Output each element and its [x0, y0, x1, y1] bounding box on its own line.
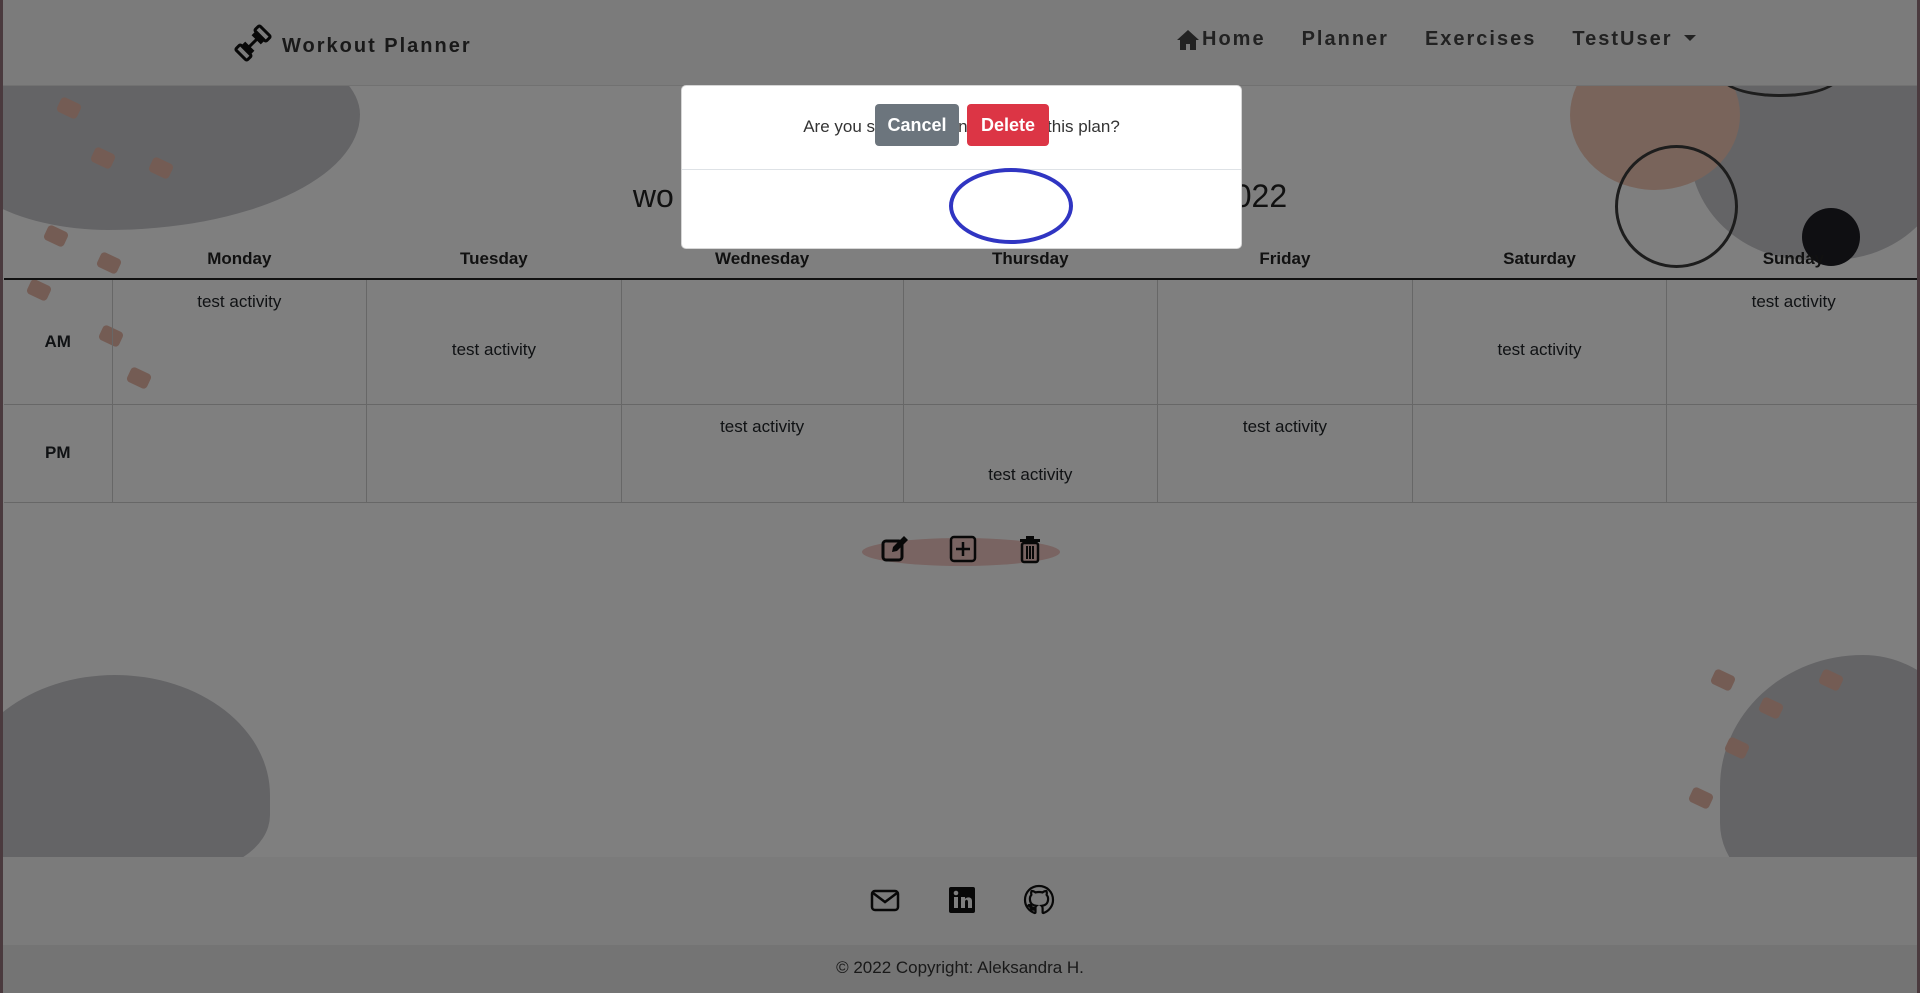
highlight-annotation [949, 168, 1073, 244]
window-edge [0, 0, 3, 993]
page: Workout Planner Home Planner Exercises T… [0, 0, 1920, 993]
cancel-button[interactable]: Cancel [875, 104, 959, 146]
dialog-message: Are you sure you want to delete this pla… [682, 86, 1241, 170]
delete-button[interactable]: Delete [967, 104, 1049, 146]
